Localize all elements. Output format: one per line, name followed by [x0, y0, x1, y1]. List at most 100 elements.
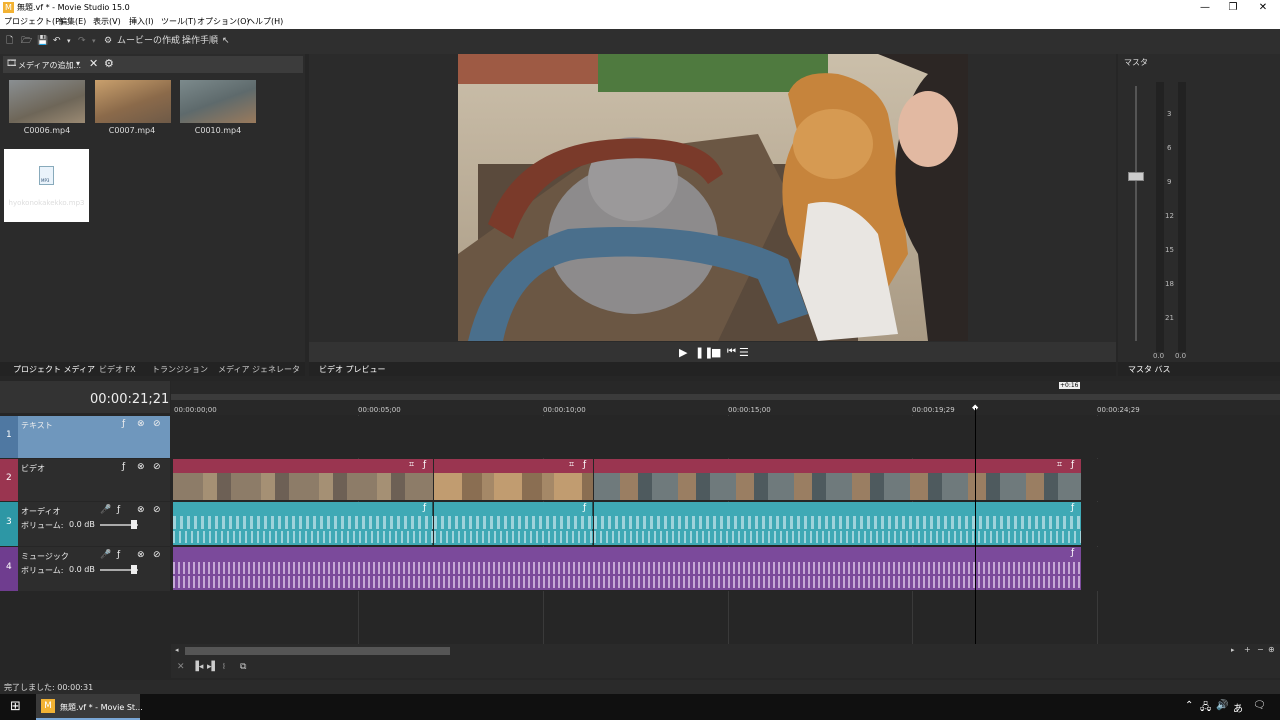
solo-icon[interactable]: ⊘	[153, 505, 161, 515]
media-thumbnail-c0007[interactable]	[95, 80, 171, 123]
remove-media-icon[interactable]: ✕	[89, 57, 98, 70]
track-header-video[interactable]: 2 ビデオ ƒ ⊗ ⊘	[0, 459, 170, 501]
tutorial-icon[interactable]: ☝	[170, 35, 175, 48]
video-clip-2[interactable]: ⌗ ƒ	[434, 459, 593, 500]
close-button[interactable]: ✕	[1248, 0, 1278, 15]
tab-project-media[interactable]: プロジェクト メディア	[13, 364, 95, 375]
network-icon[interactable]: 🖧	[1200, 700, 1211, 717]
track-motion-icon[interactable]: ⊗	[137, 462, 145, 472]
tab-video-fx[interactable]: ビデオ FX	[99, 364, 136, 375]
audio-clip-1[interactable]: ƒ	[173, 502, 433, 545]
clip-fx-icon[interactable]: ƒ	[1071, 548, 1074, 558]
menu-options[interactable]: オプション(O)	[197, 16, 250, 27]
zoom-out-icon[interactable]: −	[1257, 645, 1264, 654]
zoom-in-icon[interactable]: +	[1244, 645, 1251, 654]
chevron-down-icon[interactable]: ▾	[76, 59, 80, 68]
undo-dropdown-icon[interactable]: ▾	[67, 35, 71, 48]
track-fx-icon[interactable]: ƒ	[117, 505, 120, 515]
add-media-icon[interactable]: 🎞	[6, 59, 17, 69]
track-lane-text[interactable]	[171, 416, 1280, 458]
volume-slider-handle[interactable]	[131, 565, 137, 574]
delete-icon[interactable]: ✕	[177, 662, 185, 672]
crop-icon[interactable]: ⌗	[409, 460, 414, 470]
media-thumbnail-c0006[interactable]	[9, 80, 85, 123]
clip-fx-icon[interactable]: ƒ	[423, 460, 426, 470]
redo-icon[interactable]: ↷	[78, 35, 86, 48]
region-marker[interactable]: +0:16	[1059, 382, 1080, 389]
audio-clip-2[interactable]: ƒ	[434, 502, 593, 545]
clip-fx-icon[interactable]: ƒ	[1071, 460, 1074, 470]
track-compositing-icon[interactable]: ⊘	[153, 419, 161, 429]
scrollbar-thumb[interactable]	[185, 647, 450, 655]
audio-clip-3[interactable]: ƒ	[594, 502, 1081, 545]
track-lane-audio[interactable]: ƒ ƒ ƒ	[171, 502, 1280, 546]
mute-icon[interactable]: ⊗	[137, 550, 145, 560]
menu-view[interactable]: 表示(V)	[93, 16, 121, 27]
video-clip-3[interactable]: ⌗ ƒ	[594, 459, 1081, 500]
clip-fx-icon[interactable]: ƒ	[1071, 503, 1074, 513]
track-header-music[interactable]: 4 ミュージック 🎤 ƒ ⊗ ⊘ ボリューム: 0.0 dB	[0, 547, 170, 591]
menu-project[interactable]: プロジェクト(P)	[4, 16, 63, 27]
minimize-button[interactable]: —	[1190, 0, 1220, 15]
save-icon[interactable]: 💾	[37, 35, 48, 48]
notification-icon[interactable]: 🗨	[1253, 700, 1266, 711]
track-header-text[interactable]: 1 テキスト ƒ ⊗ ⊘	[0, 416, 170, 458]
stop-icon[interactable]: ■	[711, 346, 721, 359]
tab-media-generators[interactable]: メディア ジェネレータ	[218, 364, 300, 375]
media-thumbnail-mp3[interactable]: MP3 hyokonokakekko.mp3	[4, 149, 89, 222]
new-file-icon[interactable]: 🗋	[6, 35, 13, 48]
zoom-fit-icon[interactable]: ⊕	[1268, 645, 1275, 654]
clip-fx-icon[interactable]: ƒ	[583, 460, 586, 470]
clip-fx-icon[interactable]: ƒ	[583, 503, 586, 513]
clip-fx-icon[interactable]: ƒ	[423, 503, 426, 513]
track-header-audio[interactable]: 3 オーディオ 🎤 ƒ ⊗ ⊘ ボリューム: 0.0 dB	[0, 502, 170, 546]
help-pointer-icon[interactable]: ↖	[222, 35, 230, 48]
undo-icon[interactable]: ↶	[53, 35, 61, 48]
track-lane-video[interactable]: ⌗ ƒ ⌗ ƒ ⌗ ƒ	[171, 459, 1280, 501]
menu-insert[interactable]: 挿入(I)	[129, 16, 154, 27]
preview-menu-icon[interactable]: ☰	[739, 346, 749, 359]
media-thumbnail-c0010[interactable]	[180, 80, 256, 123]
tab-master-bus[interactable]: マスタ バス	[1128, 364, 1171, 375]
volume-slider-handle[interactable]	[131, 520, 137, 529]
track-fx-icon[interactable]: ƒ	[117, 550, 120, 560]
record-arm-icon[interactable]: 🎤	[100, 505, 111, 515]
tab-transitions[interactable]: トランジション	[152, 364, 208, 375]
crop-icon[interactable]: ⌗	[1057, 460, 1062, 470]
menu-edit[interactable]: 編集(E)	[59, 16, 86, 27]
crop-icon[interactable]: ⌗	[569, 460, 574, 470]
tray-chevron-icon[interactable]: ⌃	[1185, 700, 1193, 711]
scroll-left-icon[interactable]: ◂	[175, 646, 179, 654]
ripple-icon[interactable]: ⧉	[240, 662, 246, 672]
timeline-ruler[interactable]: +0:16 00:00:00;00 00:00:05;00 00:00:10;0…	[171, 381, 1280, 415]
menu-tools[interactable]: ツール(T)	[161, 16, 196, 27]
music-clip[interactable]: ƒ	[173, 547, 1081, 590]
solo-icon[interactable]: ⊘	[153, 550, 161, 560]
track-compositing-icon[interactable]: ⊘	[153, 462, 161, 472]
track-fx-icon[interactable]: ƒ	[122, 462, 125, 472]
record-arm-icon[interactable]: 🎤	[100, 550, 111, 560]
open-folder-icon[interactable]: 🗁	[21, 35, 32, 48]
video-clip-1[interactable]: ⌗ ƒ	[173, 459, 433, 500]
ime-indicator[interactable]: あ	[1233, 700, 1243, 715]
tutorial-button[interactable]: 操作手順	[182, 35, 218, 48]
track-fx-icon[interactable]: ƒ	[122, 419, 125, 429]
timeline-horizontal-scrollbar[interactable]: ◂ ▸ + − ⊕	[171, 644, 1280, 658]
trim-end-icon[interactable]: ▸▌	[207, 662, 218, 672]
menu-help[interactable]: ヘルプ(H)	[247, 16, 283, 27]
tab-video-preview[interactable]: ビデオ プレビュー	[319, 364, 386, 375]
split-icon[interactable]: ⧘	[223, 662, 225, 672]
track-lane-music[interactable]: ƒ	[171, 547, 1280, 591]
master-fader-handle[interactable]	[1128, 172, 1144, 181]
maximize-button[interactable]: ❐	[1218, 0, 1248, 15]
playhead-line[interactable]	[975, 408, 976, 644]
windows-start-icon[interactable]: ⊞	[10, 699, 21, 714]
trim-start-icon[interactable]: ▐◂	[192, 662, 203, 672]
gear-icon[interactable]: ⚙	[104, 57, 114, 70]
track-motion-icon[interactable]: ⊗	[137, 419, 145, 429]
redo-dropdown-icon[interactable]: ▾	[92, 35, 96, 48]
add-media-dropdown[interactable]: メディアの追加...	[18, 60, 81, 71]
make-movie-icon[interactable]: ⚙	[104, 35, 112, 48]
scroll-right-icon[interactable]: ▸	[1231, 646, 1235, 654]
volume-icon[interactable]: 🔊	[1216, 700, 1228, 711]
